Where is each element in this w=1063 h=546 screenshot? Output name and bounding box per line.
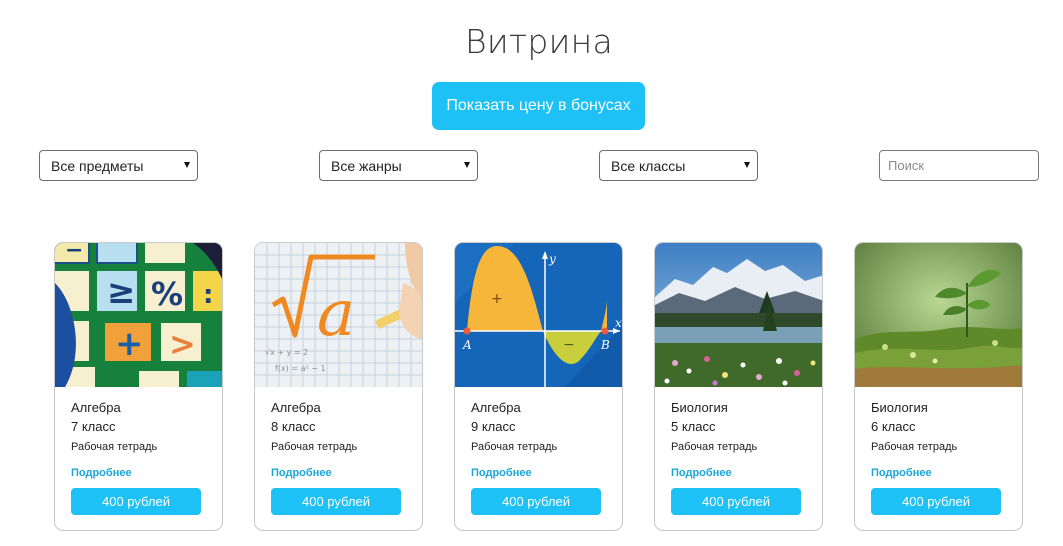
- product-card[interactable]: ≥ % : + > − Алгебра 7 класс Рабочая тетр…: [54, 242, 223, 531]
- price-button[interactable]: 400 рублей: [671, 488, 801, 515]
- price-button[interactable]: 400 рублей: [471, 488, 601, 515]
- product-card[interactable]: y x A B + − Алгебра 9 класс Рабочая тетр…: [454, 242, 623, 531]
- product-card[interactable]: a √x + y = 2 f(x) = a² − 1 Алгебра 8 кла…: [254, 242, 423, 531]
- svg-text:≥: ≥: [107, 272, 136, 312]
- card-type: Рабочая тетрадь: [271, 441, 358, 453]
- svg-text:A: A: [462, 338, 472, 352]
- product-card[interactable]: Биология 5 класс Рабочая тетрадь Подробн…: [654, 242, 823, 531]
- subjects-select-value: Все предметы: [51, 157, 144, 174]
- card-grade: 6 класс: [871, 419, 916, 434]
- price-button[interactable]: 400 рублей: [71, 488, 201, 515]
- svg-text:a: a: [317, 277, 355, 351]
- svg-text:>: >: [169, 325, 196, 363]
- card-subject: Алгебра: [271, 400, 321, 415]
- card-subject: Биология: [671, 400, 728, 415]
- card-grade: 9 класс: [471, 419, 516, 434]
- search-input[interactable]: [879, 150, 1039, 181]
- subjects-select[interactable]: Все предметы: [39, 150, 198, 181]
- svg-text::: :: [203, 280, 213, 310]
- svg-text:B: B: [600, 338, 610, 352]
- product-card[interactable]: Биология 6 класс Рабочая тетрадь Подробн…: [854, 242, 1023, 531]
- svg-text:+: +: [491, 291, 503, 307]
- svg-text:f(x) = a² − 1: f(x) = a² − 1: [275, 364, 326, 373]
- caret-down-icon: [464, 162, 470, 168]
- more-link[interactable]: Подробнее: [71, 467, 132, 479]
- card-subject: Биология: [871, 400, 928, 415]
- svg-text:x: x: [615, 316, 622, 330]
- svg-text:y: y: [548, 252, 556, 266]
- card-grade: 5 класс: [671, 419, 716, 434]
- card-type: Рабочая тетрадь: [871, 441, 958, 453]
- genres-select[interactable]: Все жанры: [319, 150, 478, 181]
- more-link[interactable]: Подробнее: [471, 467, 532, 479]
- price-button[interactable]: 400 рублей: [871, 488, 1001, 515]
- svg-text:+: +: [115, 324, 144, 364]
- more-link[interactable]: Подробнее: [871, 467, 932, 479]
- card-type: Рабочая тетрадь: [671, 441, 758, 453]
- function-graph-image[interactable]: y x A B + −: [455, 243, 622, 387]
- card-subject: Алгебра: [471, 400, 521, 415]
- price-button[interactable]: 400 рублей: [271, 488, 401, 515]
- svg-text:√x + y = 2: √x + y = 2: [265, 348, 308, 357]
- square-root-image[interactable]: a √x + y = 2 f(x) = a² − 1: [255, 243, 422, 387]
- mountain-lake-image[interactable]: [655, 243, 822, 387]
- more-link[interactable]: Подробнее: [271, 467, 332, 479]
- seedling-moss-image[interactable]: [855, 243, 1022, 387]
- card-type: Рабочая тетрадь: [471, 441, 558, 453]
- grades-select-value: Все классы: [611, 157, 686, 174]
- algebra-symbols-image[interactable]: ≥ % : + > −: [55, 243, 222, 387]
- page-title: Витрина: [464, 22, 614, 61]
- genres-select-value: Все жанры: [331, 157, 402, 174]
- card-grade: 7 класс: [71, 419, 116, 434]
- more-link[interactable]: Подробнее: [671, 467, 732, 479]
- caret-down-icon: [744, 162, 750, 168]
- card-subject: Алгебра: [71, 400, 121, 415]
- grades-select[interactable]: Все классы: [599, 150, 758, 181]
- svg-text:%: %: [151, 275, 183, 313]
- card-type: Рабочая тетрадь: [71, 441, 158, 453]
- caret-down-icon: [184, 162, 190, 168]
- card-grade: 8 класс: [271, 419, 316, 434]
- svg-text:−: −: [563, 337, 575, 353]
- show-bonus-price-button[interactable]: Показать цену в бонусах: [432, 82, 645, 130]
- svg-text:−: −: [65, 243, 83, 263]
